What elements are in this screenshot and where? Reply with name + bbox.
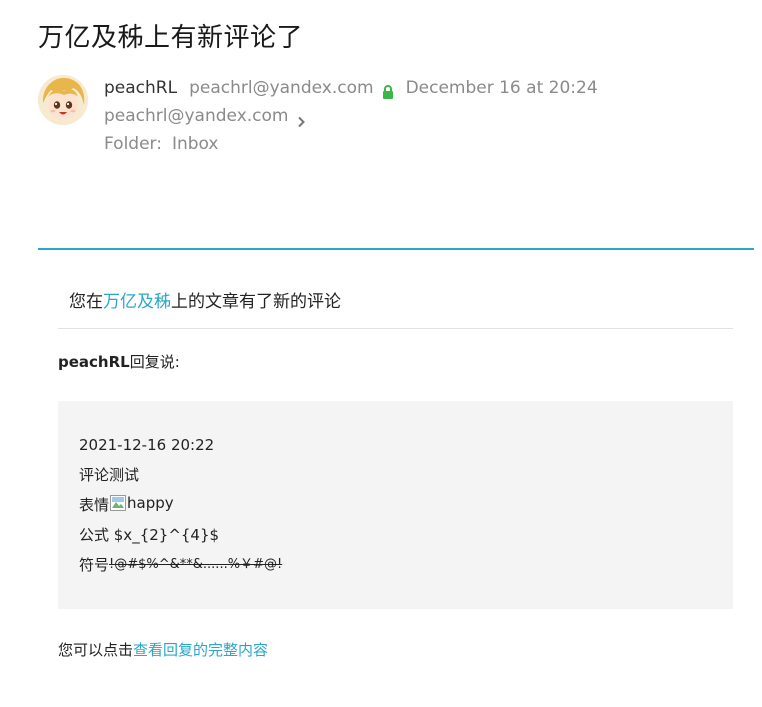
accent-divider [38, 248, 754, 250]
strikethrough-symbols: !@#$%^&**&......%￥#@! [109, 557, 283, 572]
comment-line-2-text: 表情 [79, 496, 110, 514]
notification-headline: 您在万亿及秭上的文章有了新的评论 [69, 287, 341, 312]
comment-timestamp: 2021-12-16 20:22 [79, 436, 215, 454]
lock-icon [382, 81, 394, 99]
sender-name[interactable]: peachRL [104, 75, 177, 101]
comment-box: 2021-12-16 20:22 评论测试 表情 happy 公式 $x_{2}… [58, 401, 733, 609]
avatar-image [38, 75, 88, 125]
avatar[interactable] [38, 75, 88, 125]
headline-divider [58, 328, 733, 329]
email-meta: peachRL peachrl@yandex.com December 16 a… [104, 74, 598, 158]
email-subject: 万亿及秭上有新评论了 [38, 23, 304, 53]
folder-value[interactable]: Inbox [172, 131, 219, 157]
emoji-alt-text: happy [127, 494, 174, 512]
comment-line-4-text: 符号 [79, 556, 110, 574]
recipient-email[interactable]: peachrl@yandex.com [104, 103, 288, 129]
emoji-image: happy [109, 493, 174, 513]
headline-suffix: 上的文章有了新的评论 [171, 292, 341, 312]
reply-author: peachRL [58, 353, 130, 371]
sender-email[interactable]: peachrl@yandex.com [189, 75, 373, 101]
broken-image-icon [109, 493, 127, 513]
view-full-reply-link[interactable]: 查看回复的完整内容 [133, 641, 268, 659]
footer-prefix: 您可以点击 [58, 641, 134, 659]
folder-label: Folder: [104, 134, 162, 154]
comment-line-2: 表情 happy [79, 493, 733, 523]
comment-line-1: 评论测试 [79, 466, 140, 484]
reply-suffix: 回复说: [129, 353, 180, 371]
comment-line-3: 公式 $x_{2}^{4}$ [79, 526, 220, 544]
sender-row: peachRL peachrl@yandex.com December 16 a… [104, 74, 598, 102]
recipient-row: peachrl@yandex.com [104, 102, 598, 130]
blog-link[interactable]: 万亿及秭 [103, 292, 171, 312]
email-date: December 16 at 20:24 [405, 78, 598, 98]
footer-line: 您可以点击查看回复的完整内容 [58, 639, 268, 660]
reply-line: peachRL回复说: [58, 351, 180, 372]
chevron-right-icon[interactable] [296, 110, 306, 128]
folder-row: Folder: Inbox [104, 130, 598, 158]
headline-prefix: 您在 [69, 292, 103, 312]
comment-line-4: 符号 !@#$%^&**&......%￥#@! [79, 553, 733, 583]
